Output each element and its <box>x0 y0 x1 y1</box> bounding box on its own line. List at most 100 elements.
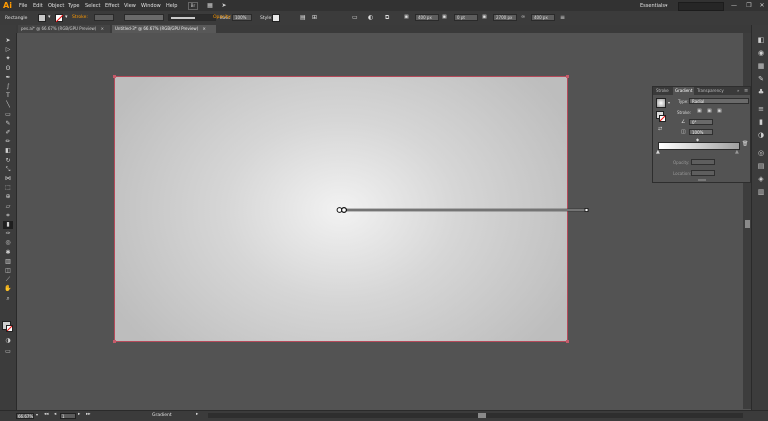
selection-icon[interactable]: ➤ <box>3 37 13 45</box>
paintbrush-icon[interactable]: ✎ <box>3 120 13 128</box>
tab-gradient[interactable]: Gradient <box>673 87 695 95</box>
gradient-stop-gray[interactable]: ▲ <box>735 149 739 155</box>
stroke-none-icon[interactable] <box>659 115 666 122</box>
stroke-panel-icon[interactable]: ≡ <box>756 105 766 114</box>
opacity-label[interactable]: Opacity: <box>213 15 232 20</box>
menu-view[interactable]: View <box>124 3 136 9</box>
stroke-color-swatch-none-icon[interactable] <box>6 325 13 332</box>
stroke-weight-field[interactable] <box>94 14 114 21</box>
corner-field[interactable]: 0 pt <box>454 14 478 21</box>
menu-select[interactable]: Select <box>85 3 100 9</box>
gradient-annotator[interactable] <box>336 206 592 214</box>
stroke-gradient-type-icon[interactable]: ▣ <box>697 108 702 114</box>
gradient-panel-icon[interactable]: ▮ <box>756 118 766 127</box>
screen-mode-icon[interactable]: ▭ <box>3 348 13 356</box>
gradient-preset-dropdown-icon[interactable]: ▾ <box>668 100 670 105</box>
fill-dropdown-icon[interactable]: ▾ <box>48 14 51 20</box>
bounding-handle[interactable] <box>566 75 569 78</box>
type-icon[interactable]: T <box>3 92 13 100</box>
send-icon[interactable]: ➤ <box>220 2 228 9</box>
pencil-icon[interactable]: ✏ <box>3 138 13 146</box>
close-icon[interactable]: ✕ <box>758 2 766 9</box>
bounding-handle[interactable] <box>113 75 116 78</box>
menu-window[interactable]: Window <box>141 3 161 9</box>
shape-properties-icon[interactable]: ▭ <box>352 14 358 21</box>
bounding-handle[interactable] <box>566 340 569 343</box>
shape-builder-icon[interactable]: ⊕ <box>3 193 13 201</box>
tab-transparency[interactable]: Transparency <box>695 87 726 95</box>
blend-icon[interactable]: ◎ <box>3 239 13 247</box>
symbols-icon[interactable]: ♣ <box>756 88 766 97</box>
tab-pes[interactable]: pes.ai* @ 66.67% (RGB/GPU Preview) × <box>18 25 110 33</box>
menu-file[interactable]: File <box>19 3 27 9</box>
maximize-icon[interactable]: ❐ <box>745 2 753 9</box>
column-graph-icon[interactable]: ▥ <box>3 258 13 266</box>
aspect-ratio-field[interactable]: 100% <box>689 129 713 135</box>
menu-help[interactable]: Help <box>166 3 177 9</box>
eraser-icon[interactable]: ◧ <box>3 147 13 155</box>
delete-stop-icon[interactable]: 🗑 <box>742 141 748 147</box>
layers-icon[interactable]: ◈ <box>756 175 766 184</box>
zoom-icon[interactable]: ⌕ <box>3 295 13 303</box>
horizontal-scroll-thumb[interactable] <box>478 413 486 418</box>
slice-icon[interactable]: ⟋ <box>3 276 13 284</box>
appearance-icon[interactable]: ◎ <box>756 149 766 158</box>
symbol-sprayer-icon[interactable]: ✱ <box>3 249 13 257</box>
bridge-icon[interactable]: Br <box>188 2 198 10</box>
artboard-icon[interactable]: ◫ <box>3 267 13 275</box>
link-icon[interactable]: ∞ <box>521 14 525 20</box>
stroke-label[interactable]: Stroke: <box>72 15 88 20</box>
workspace-switcher[interactable]: Essentials <box>640 3 665 9</box>
collapse-panel-icon[interactable]: » <box>735 87 741 95</box>
reverse-gradient-icon[interactable]: ⇄ <box>658 126 662 132</box>
stroke-gradient-type-icon[interactable]: ▣ <box>707 108 712 114</box>
menu-object[interactable]: Object <box>48 3 64 9</box>
artboards-icon[interactable]: ▥ <box>756 188 766 197</box>
vertical-scroll-thumb[interactable] <box>745 220 750 228</box>
last-artboard-icon[interactable]: ▸▸ <box>86 412 91 417</box>
width-field[interactable]: 2700 px <box>493 14 517 21</box>
status-menu-icon[interactable]: ▸ <box>196 412 198 417</box>
shaper-icon[interactable]: ✐ <box>3 129 13 137</box>
fill-swatch[interactable] <box>38 14 46 22</box>
width-icon[interactable]: ⋈ <box>3 175 13 183</box>
tab-close-icon[interactable]: × <box>101 26 104 31</box>
height-field[interactable]: 400 px <box>531 14 555 21</box>
drawing-modes-icon[interactable]: ◑ <box>3 337 13 345</box>
first-artboard-icon[interactable]: ◂◂ <box>44 412 49 417</box>
next-artboard-icon[interactable]: ▸ <box>78 412 80 417</box>
horizontal-scrollbar[interactable] <box>208 413 743 418</box>
graphic-styles-icon[interactable]: ▤ <box>756 162 766 171</box>
zoom-field[interactable]: 66.67% <box>16 413 34 419</box>
color-guide-icon[interactable]: ◉ <box>756 49 766 58</box>
panel-resize-grip[interactable] <box>698 179 706 181</box>
line-icon[interactable]: ╲ <box>3 101 13 109</box>
curvature-icon[interactable]: ∫ <box>3 83 13 91</box>
swatches-icon[interactable]: ▦ <box>756 62 766 71</box>
graphic-style-swatch[interactable] <box>272 14 280 22</box>
opacity-field[interactable] <box>691 159 715 165</box>
pen-icon[interactable]: ✒ <box>3 74 13 82</box>
menu-effect[interactable]: Effect <box>105 3 119 9</box>
isolate-icon[interactable]: ⧉ <box>385 14 389 22</box>
stroke-gradient-type-icon[interactable]: ▣ <box>717 108 722 114</box>
previous-artboard-icon[interactable]: ◂ <box>54 412 56 417</box>
arrange-docs-icon[interactable]: ▦ <box>206 2 214 9</box>
rectangle-icon[interactable]: ▭ <box>3 111 13 119</box>
stroke-swatch-none-icon[interactable] <box>55 14 63 22</box>
magic-wand-icon[interactable]: ✦ <box>3 55 13 63</box>
direct-selection-icon[interactable]: ▷ <box>3 46 13 54</box>
more-options-icon[interactable]: ≡ <box>560 14 565 21</box>
align-icon[interactable]: ▤ <box>300 14 306 21</box>
angle-field[interactable]: 0° <box>689 119 713 125</box>
menu-edit[interactable]: Edit <box>33 3 43 9</box>
location-field[interactable] <box>691 170 715 176</box>
minimize-icon[interactable]: — <box>730 2 738 9</box>
transparency-panel-icon[interactable]: ◑ <box>756 131 766 140</box>
variable-width-profile[interactable] <box>124 14 164 21</box>
hand-icon[interactable]: ✋ <box>3 285 13 293</box>
gradient-icon[interactable]: ▮ <box>3 221 13 229</box>
tab-close-icon[interactable]: × <box>203 26 206 31</box>
tab-stroke[interactable]: Stroke <box>654 87 671 95</box>
menu-type[interactable]: Type <box>68 3 79 9</box>
